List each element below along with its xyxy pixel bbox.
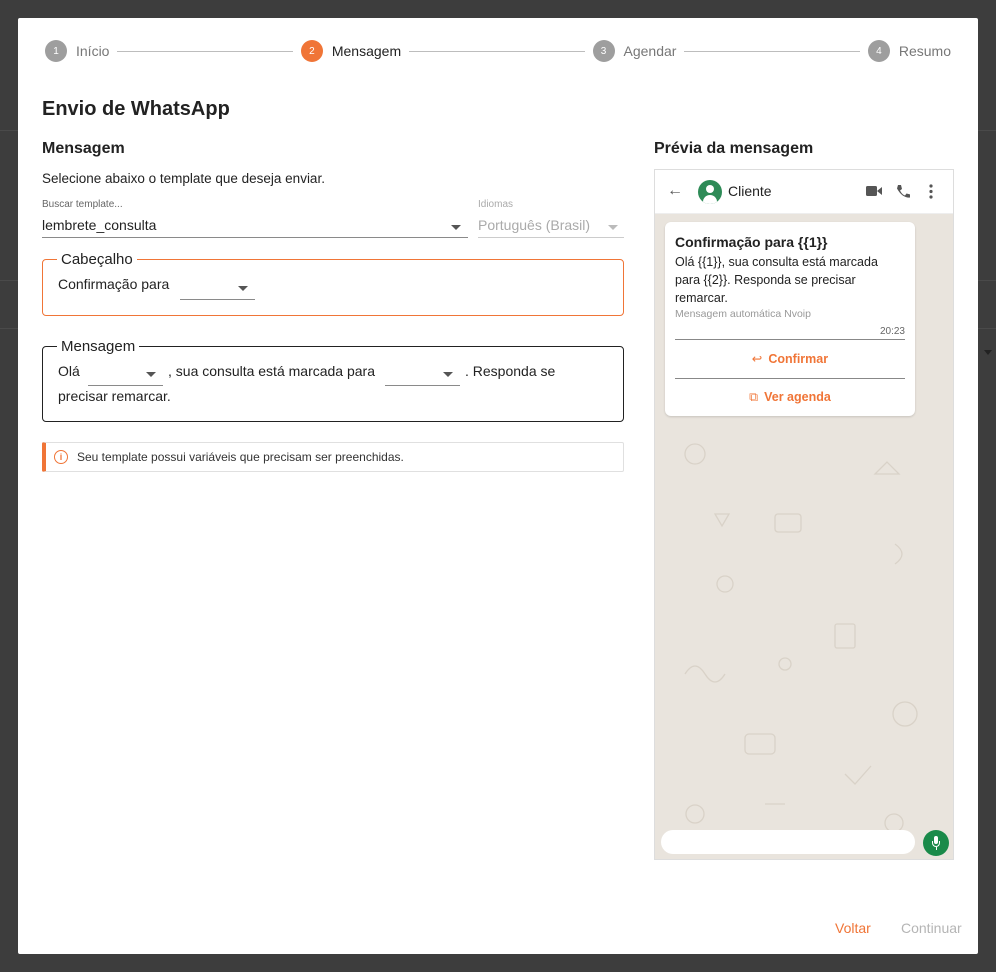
info-icon: i bbox=[54, 450, 68, 464]
message-section-title: Mensagem bbox=[42, 140, 125, 157]
bubble-time: 20:23 bbox=[879, 326, 905, 337]
body-variable-2-select[interactable] bbox=[385, 385, 460, 386]
header-text: Confirmação para bbox=[58, 276, 170, 292]
chevron-down-icon[interactable] bbox=[443, 372, 453, 377]
step-inicio[interactable]: 1 Início bbox=[45, 40, 109, 62]
step-label: Mensagem bbox=[331, 43, 402, 59]
external-link-icon: ⧉ bbox=[749, 390, 759, 404]
chevron-down-icon[interactable] bbox=[146, 372, 156, 377]
step-connector bbox=[409, 50, 585, 52]
bubble-title: Confirmação para {{1}} bbox=[675, 234, 828, 250]
step-mensagem[interactable]: 2 Mensagem bbox=[300, 40, 402, 62]
step-label: Resumo bbox=[898, 43, 951, 59]
template-field-label: Buscar template... bbox=[42, 199, 123, 210]
step-number: 3 bbox=[592, 40, 615, 62]
back-arrow-icon[interactable]: ← bbox=[667, 182, 683, 200]
stepper: 1 Início 2 Mensagem 3 Agendar 4 Resumo bbox=[45, 40, 951, 62]
body-text-3: . Responda se bbox=[465, 363, 556, 379]
bubble-body: Olá {{1}}, sua consulta está marcada par… bbox=[675, 255, 878, 305]
message-section-subtitle: Selecione abaixo o template que deseja e… bbox=[42, 171, 325, 186]
language-field-label: Idiomas bbox=[478, 199, 514, 210]
continue-button[interactable]: Continuar bbox=[901, 920, 962, 936]
language-select-value[interactable]: Português (Brasil) bbox=[478, 217, 590, 233]
avatar bbox=[698, 180, 722, 204]
phone-preview: ← Cliente Confirmação para {{1}} Olá {{1… bbox=[654, 169, 954, 860]
background-caret-icon bbox=[984, 350, 992, 355]
language-select-underline bbox=[478, 237, 624, 238]
view-agenda-button[interactable]: ⧉ Ver agenda bbox=[675, 390, 905, 405]
video-call-icon[interactable] bbox=[866, 185, 882, 197]
whatsapp-send-dialog: 1 Início 2 Mensagem 3 Agendar 4 Resumo E… bbox=[18, 18, 978, 954]
template-select-value[interactable]: lembrete_consulta bbox=[42, 217, 156, 233]
body-text-4: precisar remarcar. bbox=[58, 388, 171, 404]
contact-name: Cliente bbox=[728, 183, 772, 199]
chevron-down-icon[interactable] bbox=[238, 286, 248, 291]
step-label: Agendar bbox=[623, 43, 677, 59]
chevron-down-icon bbox=[608, 225, 618, 230]
bubble-divider bbox=[675, 378, 905, 379]
body-text-1: Olá bbox=[58, 363, 80, 379]
header-legend: Cabeçalho bbox=[61, 251, 133, 268]
bubble-footer: Mensagem automática Nvoip bbox=[675, 308, 811, 320]
confirm-button-label: Confirmar bbox=[768, 352, 829, 366]
chat-input[interactable] bbox=[661, 830, 915, 854]
view-agenda-button-label: Ver agenda bbox=[764, 390, 831, 404]
step-label: Início bbox=[76, 43, 110, 59]
back-button[interactable]: Voltar bbox=[835, 920, 871, 936]
message-bubble: Confirmação para {{1}} Olá {{1}}, sua co… bbox=[665, 222, 915, 416]
body-text-2: , sua consulta está marcada para bbox=[168, 363, 376, 379]
confirm-button[interactable]: ↩ Confirmar bbox=[675, 351, 905, 366]
step-resumo[interactable]: 4 Resumo bbox=[867, 40, 951, 62]
body-legend: Mensagem bbox=[61, 338, 136, 355]
step-number: 4 bbox=[867, 40, 890, 62]
alert-text: Seu template possui variáveis que precis… bbox=[77, 450, 404, 464]
step-agendar[interactable]: 3 Agendar bbox=[592, 40, 677, 62]
header-variable-1-select[interactable] bbox=[180, 299, 255, 300]
more-vert-icon[interactable] bbox=[929, 184, 933, 199]
phone-call-icon[interactable] bbox=[895, 184, 910, 199]
step-number: 2 bbox=[300, 40, 323, 62]
step-connector bbox=[117, 50, 293, 52]
step-number: 1 bbox=[45, 40, 67, 62]
template-select-underline bbox=[42, 237, 468, 238]
microphone-icon[interactable] bbox=[923, 830, 949, 856]
bubble-divider bbox=[675, 339, 905, 340]
preview-title: Prévia da mensagem bbox=[654, 140, 814, 157]
chevron-down-icon[interactable] bbox=[451, 225, 461, 230]
variables-alert: i Seu template possui variáveis que prec… bbox=[42, 442, 624, 472]
step-connector bbox=[684, 50, 860, 52]
reply-icon: ↩ bbox=[751, 352, 763, 366]
dialog-title: Envio de WhatsApp bbox=[42, 98, 230, 120]
chat-header: ← Cliente bbox=[655, 170, 953, 214]
